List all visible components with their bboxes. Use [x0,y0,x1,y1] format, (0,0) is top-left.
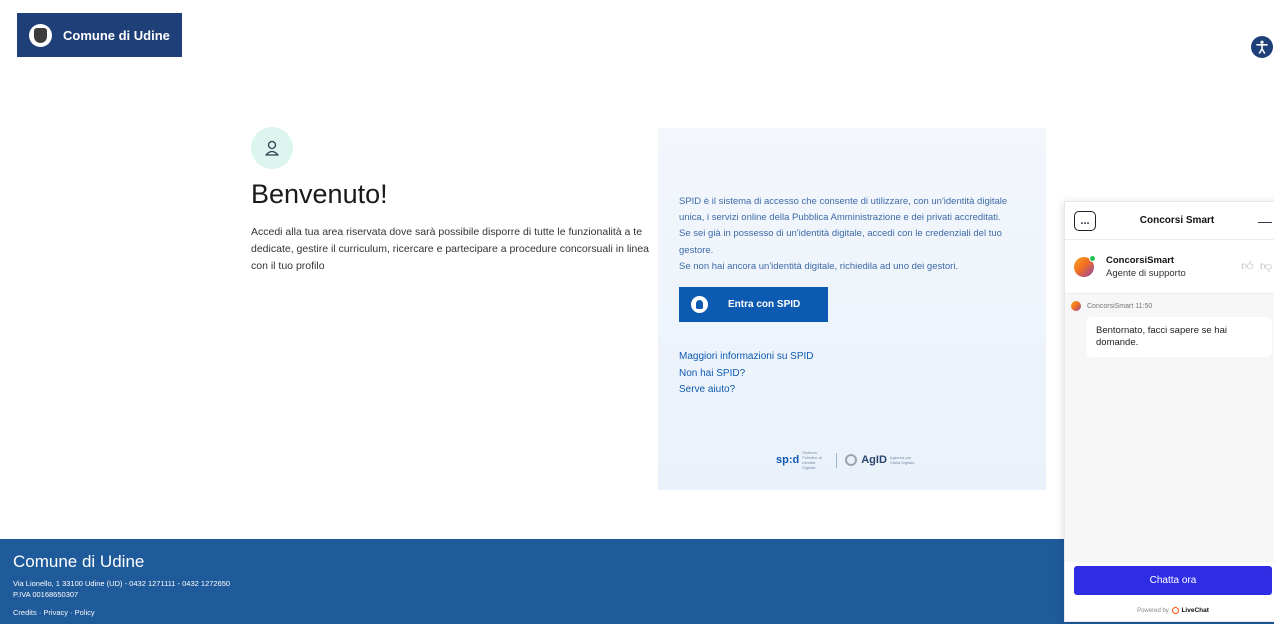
spid-login-label: Entra con SPID [728,299,801,311]
page-title: Benvenuto! [251,179,388,209]
thumbs-up-icon[interactable]: 👍︎ [1241,259,1254,274]
page: Comune di Udine Benvenuto! Accedi alla t… [0,0,1274,624]
city-crest-icon [29,23,52,47]
agent-role: Agente di supporto [1106,267,1186,279]
livechat-logo-icon [1172,607,1180,614]
agid-logo-subtitle: Agenzia per l'Italia Digitale [889,455,915,465]
chat-menu-icon[interactable]: ... [1074,210,1096,231]
thumbs-down-icon[interactable]: 👎︎ [1260,259,1272,274]
spid-info-link[interactable]: Maggiori informazioni su SPID [679,349,1026,366]
spid-logo: sp:d [776,454,800,466]
chat-now-button[interactable]: Chatta ora [1074,566,1272,595]
powered-prefix: Powered by [1137,608,1169,615]
chat-header: ... Concorsi Smart — [1065,202,1274,240]
user-icon [251,127,293,169]
logo-divider [836,452,838,468]
accessibility-figure-icon [1256,40,1268,54]
powered-brand: LiveChat [1181,607,1209,615]
welcome-text: Accedi alla tua area riservata dove sarà… [251,226,650,272]
agid-logo: AgID [861,454,887,466]
online-status-icon [1089,254,1096,262]
user-outline-icon [265,140,279,156]
spid-login-button[interactable]: Entra con SPID [679,287,828,323]
chat-messages: ConcorsiSmart 11:50 Bentornato, facci sa… [1065,294,1274,562]
message-author: ConcorsiSmart [1087,302,1134,310]
chat-widget: ... Concorsi Smart — ConcorsiSmart Agent… [1064,201,1274,622]
agid-icon [845,454,858,466]
minimize-icon[interactable]: — [1258,213,1272,229]
brand-logo[interactable]: Comune di Udine [17,13,182,57]
accessibility-icon[interactable] [1251,36,1273,58]
message-avatar [1071,301,1081,311]
agent-name: ConcorsiSmart [1106,254,1175,266]
brand-name: Comune di Udine [63,27,170,43]
welcome-section: Benvenuto! Accedi alla tua area riservat… [251,127,663,275]
spid-logo-subtitle: Sistema Pubblico di Identità Digitale [802,450,822,470]
agent-info: ConcorsiSmart Agente di supporto [1106,255,1235,279]
spid-description-1: SPID è il sistema di accesso che consent… [679,196,1008,224]
spid-user-icon [691,296,708,314]
agent-avatar [1074,254,1096,277]
message-bubble: Bentornato, facci sapere se hai domande. [1086,317,1272,357]
message-time: 11:50 [1135,302,1153,310]
no-spid-link[interactable]: Non hai SPID? [679,366,1026,383]
spid-links: Maggiori informazioni su SPID Non hai SP… [679,349,1026,399]
help-link[interactable]: Serve aiuto? [679,382,1026,399]
chat-agent: ConcorsiSmart Agente di supporto 👍︎ 👎︎ [1065,240,1274,294]
message-meta: ConcorsiSmart 11:50 [1071,301,1274,311]
spid-agid-logos: sp:d Sistema Pubblico di Identità Digita… [776,450,916,470]
spid-description-2: Se sei già in possesso di un'identità di… [679,228,1002,256]
chat-title: Concorsi Smart [1139,215,1215,226]
spid-description: SPID è il sistema di accesso che consent… [679,194,1026,275]
spid-description-3: Se non hai ancora un'identità digitale, … [679,260,959,272]
spid-panel: SPID è il sistema di accesso che consent… [658,128,1046,490]
powered-by[interactable]: Powered by LiveChat [1065,607,1274,614]
